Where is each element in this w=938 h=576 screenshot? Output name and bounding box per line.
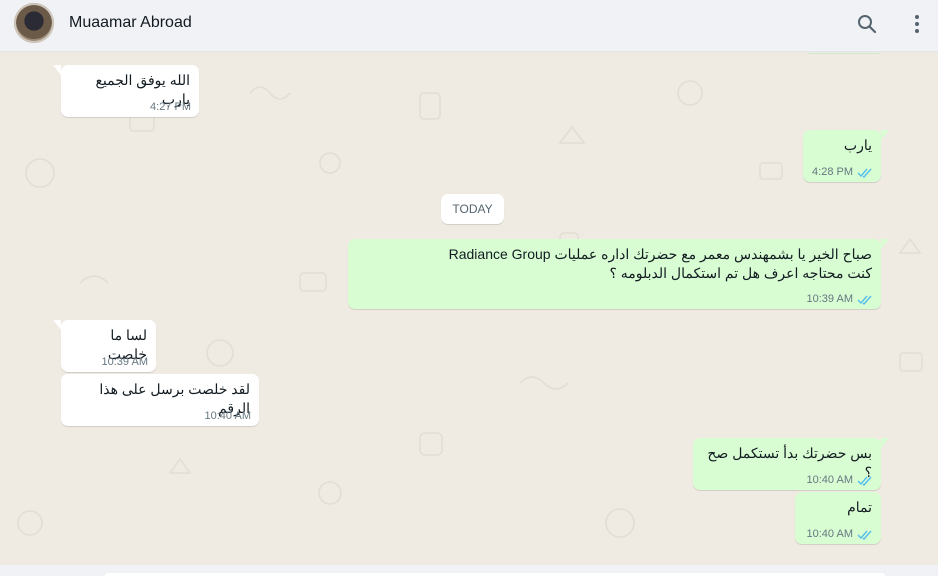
message-time: 10:39 AM (806, 293, 853, 305)
message-time: 4:27 PM (150, 101, 191, 113)
message-bubble-outgoing[interactable]: يارب 4:28 PM (803, 130, 889, 182)
message-bubble-outgoing[interactable]: صباح الخير يا بشمهندس معمر مع حضرتك ادار… (348, 239, 889, 309)
previous-message-edge (808, 53, 880, 54)
message-bubble-outgoing[interactable]: بس حضرتك بدأ تستكمل صح ؟ 10:40 AM (693, 438, 889, 490)
search-button[interactable] (855, 12, 879, 36)
message-meta: 10:40 AM (807, 474, 873, 486)
message-meta: 10:40 AM (807, 528, 873, 540)
message-time: 10:40 AM (204, 410, 251, 422)
bubble-tail (881, 438, 889, 448)
message-bubble-incoming[interactable]: لقد خلصت برسل على هذا الرقم 10:40 AM (61, 374, 259, 426)
bubble-tail (881, 239, 889, 249)
menu-button[interactable] (905, 12, 929, 36)
contact-name[interactable]: Muaamar Abroad (69, 14, 192, 32)
contact-avatar[interactable] (14, 3, 54, 43)
message-time: 4:28 PM (812, 166, 853, 178)
search-icon (858, 15, 877, 34)
bubble-tail (53, 320, 61, 330)
message-text: يارب (843, 137, 872, 153)
message-meta: 10:39 AM (102, 356, 148, 368)
message-meta: 10:40 AM (205, 410, 251, 422)
bubble-tail (53, 65, 61, 75)
chat-header: Muaamar Abroad (0, 0, 938, 52)
message-bubble-incoming[interactable]: لسا ما خلصت 10:39 AM (53, 320, 156, 372)
message-meta: 4:28 PM (812, 166, 873, 178)
message-list[interactable]: الله يوفق الجميع يارب 4:27 PM يارب 4:28 … (0, 53, 938, 565)
message-meta: 4:27 PM (150, 101, 191, 113)
message-time: 10:40 AM (806, 474, 853, 486)
read-receipt-icon (857, 476, 872, 486)
more-vertical-icon (915, 15, 919, 33)
message-text: تمام (847, 499, 872, 515)
bubble-tail (881, 130, 889, 140)
read-receipt-icon (857, 168, 872, 178)
composer-bar (0, 565, 938, 576)
message-meta: 10:39 AM (807, 293, 873, 305)
message-time: 10:39 AM (101, 356, 148, 368)
date-separator: TODAY (441, 194, 504, 224)
message-time: 10:40 AM (806, 528, 853, 540)
message-bubble-incoming[interactable]: الله يوفق الجميع يارب 4:27 PM (53, 65, 199, 117)
message-bubble-outgoing[interactable]: تمام 10:40 AM (795, 492, 881, 544)
message-text: صباح الخير يا بشمهندس معمر مع حضرتك ادار… (448, 246, 872, 281)
read-receipt-icon (857, 530, 872, 540)
read-receipt-icon (857, 295, 872, 305)
